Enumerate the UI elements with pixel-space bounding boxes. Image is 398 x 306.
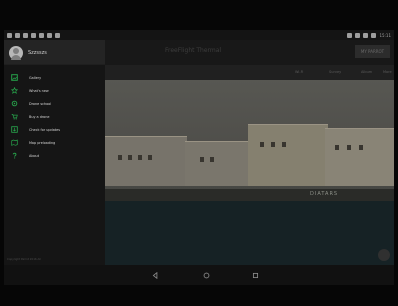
notification-icon xyxy=(15,32,20,38)
question-icon xyxy=(11,152,18,159)
drawer-item-gallery[interactable]: Gallery xyxy=(4,71,105,84)
map-icon xyxy=(11,139,18,146)
home-icon[interactable] xyxy=(200,269,212,281)
back-icon[interactable] xyxy=(149,269,161,281)
photo-action-button[interactable] xyxy=(378,249,390,261)
copyright-text: Copyright Parrot 2016 All xyxy=(7,257,41,261)
bluetooth-icon xyxy=(347,32,353,38)
drawer-item-drone-school[interactable]: Drone school xyxy=(4,97,105,110)
drawer-item-whats-new[interactable]: What's new xyxy=(4,84,105,97)
status-icons-right: 15:11 xyxy=(347,31,391,39)
signal-icon xyxy=(363,32,369,38)
app-title: FreeFlight Thermal xyxy=(165,47,222,54)
drawer-item-label: About xyxy=(29,153,40,158)
navigation-drawer: Szzsszs Gallery What's new Drone school … xyxy=(4,40,105,265)
drawer-item-label: What's new xyxy=(29,88,49,93)
star-icon xyxy=(11,87,18,94)
notification-icon xyxy=(47,32,52,38)
window xyxy=(128,155,132,160)
update-icon xyxy=(11,126,18,133)
album-tab[interactable]: Album xyxy=(361,70,372,74)
window xyxy=(335,145,339,150)
window xyxy=(118,155,122,160)
drawer-item-label: Check for updates xyxy=(29,127,60,132)
drawer-item-buy-a-drone[interactable]: Buy a drone xyxy=(4,110,105,123)
window xyxy=(347,145,351,150)
drone-icon xyxy=(11,100,18,107)
window xyxy=(271,142,275,147)
wifi-icon xyxy=(355,32,361,38)
window xyxy=(138,155,142,160)
profile-name: Szzsszs xyxy=(28,50,47,56)
far-right-building xyxy=(325,128,394,186)
center-building xyxy=(185,141,250,186)
tablet-frame: 15:11 FreeFlight Thermal MY PARROT Wi-Fi… xyxy=(0,0,398,306)
notification-icon xyxy=(31,32,36,38)
wifi-tab[interactable]: Wi-Fi xyxy=(295,70,303,74)
window xyxy=(359,145,363,150)
drawer-item-label: Drone school xyxy=(29,101,52,106)
notification-icon xyxy=(39,32,44,38)
survey-tab[interactable]: Survey xyxy=(329,70,341,74)
window xyxy=(200,157,204,162)
recents-icon[interactable] xyxy=(249,269,261,281)
window xyxy=(210,157,214,162)
river-water xyxy=(105,201,394,265)
gallery-icon xyxy=(11,74,18,81)
drawer-item-map-preloading[interactable]: Map preloading xyxy=(4,136,105,149)
my-parrot-button[interactable]: MY PARROT xyxy=(355,45,390,58)
drawer-item-label: Buy a drone xyxy=(29,114,50,119)
media-bar: Wi-Fi Survey Album More xyxy=(105,65,394,80)
notification-icon xyxy=(23,32,28,38)
window xyxy=(260,142,264,147)
drawer-item-label: Gallery xyxy=(29,75,42,80)
window xyxy=(148,155,152,160)
window xyxy=(282,142,286,147)
notification-icon xyxy=(55,32,60,38)
river-wall xyxy=(105,189,394,201)
app-bar: FreeFlight Thermal MY PARROT xyxy=(105,40,394,65)
notification-icon xyxy=(7,32,12,38)
profile-header[interactable]: Szzsszs xyxy=(4,40,105,65)
camera-photo: DIATARS xyxy=(105,80,394,265)
drawer-item-about[interactable]: About xyxy=(4,149,105,162)
battery-icon xyxy=(371,32,377,38)
status-icons-left xyxy=(7,31,60,39)
android-navigation-bar xyxy=(4,265,394,285)
left-building xyxy=(105,136,187,186)
more-tab[interactable]: More xyxy=(383,70,392,74)
status-bar: 15:11 xyxy=(4,30,394,40)
graffiti-text: DIATARS xyxy=(310,191,339,197)
drawer-item-check-for-updates[interactable]: Check for updates xyxy=(4,123,105,136)
screen: 15:11 FreeFlight Thermal MY PARROT Wi-Fi… xyxy=(4,30,394,285)
right-building xyxy=(248,124,328,186)
drawer-item-label: Map preloading xyxy=(29,140,56,145)
clock: 15:11 xyxy=(379,32,391,38)
cart-icon xyxy=(11,113,18,120)
avatar xyxy=(9,46,23,60)
